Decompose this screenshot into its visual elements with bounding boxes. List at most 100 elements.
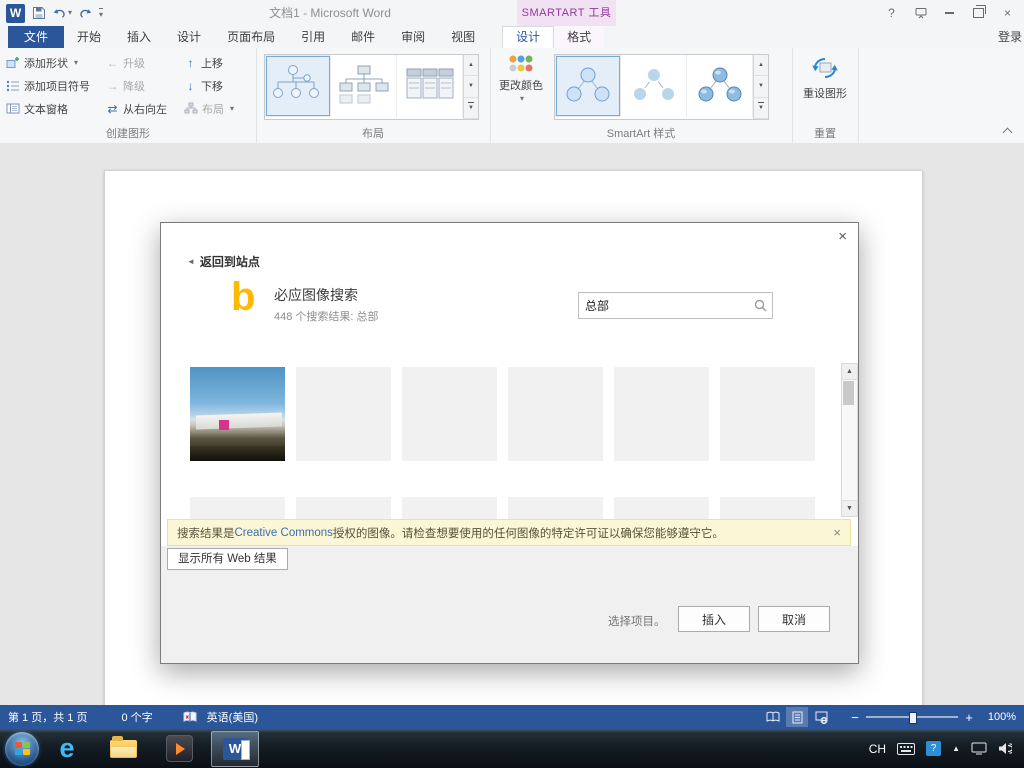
ribbon-display-options-button[interactable] xyxy=(906,0,935,26)
layout-scroll-down-button[interactable]: ▼ xyxy=(464,76,478,98)
zoom-in-button[interactable]: + xyxy=(962,710,976,725)
zoom-slider-thumb[interactable] xyxy=(909,712,917,724)
input-language-indicator[interactable]: CH xyxy=(869,742,886,756)
text-pane-button[interactable]: 文本窗格 xyxy=(6,97,90,120)
taskbar-media-button[interactable] xyxy=(151,729,207,768)
layout-option-2[interactable] xyxy=(331,55,397,117)
zoom-out-button[interactable]: − xyxy=(848,710,862,725)
tab-insert[interactable]: 插入 xyxy=(114,26,164,48)
start-button[interactable] xyxy=(5,731,39,766)
show-hidden-icons-button[interactable]: ▲ xyxy=(952,744,960,753)
tab-smartart-format[interactable]: 格式 xyxy=(554,26,605,48)
zoom-level[interactable]: 100% xyxy=(980,711,1016,723)
scrollbar-thumb[interactable] xyxy=(843,381,854,405)
photo-sign xyxy=(218,419,229,430)
results-scrollbar[interactable]: ▲ ▼ xyxy=(841,363,858,517)
layout-gallery-more-button[interactable]: ▼ xyxy=(464,98,478,119)
move-down-button[interactable]: ↓ 下移 xyxy=(184,74,234,97)
action-center-icon[interactable] xyxy=(971,742,987,755)
window-controls: ? × xyxy=(877,0,1022,26)
volume-icon[interactable] xyxy=(998,742,1012,755)
save-button[interactable] xyxy=(32,6,46,20)
promote-label: 升级 xyxy=(123,57,145,70)
text-pane-icon xyxy=(6,102,20,115)
tab-home[interactable]: 开始 xyxy=(64,26,114,48)
taskbar-ie-button[interactable]: e xyxy=(39,729,95,768)
tab-review[interactable]: 审阅 xyxy=(388,26,438,48)
dialog-close-button[interactable]: × xyxy=(838,228,847,245)
image-result-tile[interactable] xyxy=(190,367,285,461)
notice-close-button[interactable]: × xyxy=(833,525,841,540)
scroll-up-button[interactable]: ▲ xyxy=(842,364,857,380)
image-result-tile[interactable] xyxy=(614,367,709,461)
tab-page-layout[interactable]: 页面布局 xyxy=(214,26,288,48)
sign-in-link[interactable]: 登录 xyxy=(998,26,1022,48)
help-button[interactable]: ? xyxy=(877,0,906,26)
style-option-3[interactable] xyxy=(687,55,753,117)
layout-option-1[interactable] xyxy=(265,55,331,117)
right-to-left-label: 从右向左 xyxy=(123,103,167,116)
repeat-button[interactable] xyxy=(79,8,92,19)
layout-option-3[interactable] xyxy=(397,55,463,117)
promote-button[interactable]: ← 升级 xyxy=(106,51,167,74)
creative-commons-link[interactable]: Creative Commons xyxy=(235,527,333,539)
image-search-input[interactable] xyxy=(579,298,754,313)
web-layout-icon xyxy=(815,711,827,724)
results-summary: 448 个搜索结果: 总部 xyxy=(274,311,379,323)
style-scroll-down-button[interactable]: ▼ xyxy=(754,76,768,98)
customize-qat-button[interactable]: ▾ xyxy=(99,7,104,19)
add-shape-button[interactable]: 添加形状 ▾ xyxy=(6,51,90,74)
language-indicator[interactable]: 英语(美国) xyxy=(207,709,258,725)
minimize-button[interactable] xyxy=(935,0,964,26)
close-button[interactable]: × xyxy=(993,0,1022,26)
search-button[interactable] xyxy=(754,299,767,312)
scroll-down-button[interactable]: ▼ xyxy=(842,500,857,516)
insert-button[interactable]: 插入 xyxy=(678,606,750,632)
style-scroll-up-button[interactable]: ▲ xyxy=(754,55,768,77)
layout-button[interactable]: 布局 ▾ xyxy=(184,97,234,120)
right-to-left-button[interactable]: ⇄ 从右向左 xyxy=(106,97,167,120)
layout-gallery-scroll: ▲ ▼ ▼ xyxy=(463,55,478,119)
tab-design[interactable]: 设计 xyxy=(164,26,214,48)
restore-button[interactable] xyxy=(964,0,993,26)
move-up-button[interactable]: ↑ 上移 xyxy=(184,51,234,74)
group-label-layouts: 布局 xyxy=(362,128,384,140)
change-colors-button[interactable]: 更改颜色 ▾ xyxy=(492,53,550,103)
reset-graphic-button[interactable]: 重设图形 xyxy=(795,53,855,101)
status-bar-right: − + 100% xyxy=(760,707,1016,727)
tab-mailings[interactable]: 邮件 xyxy=(338,26,388,48)
style-option-2[interactable] xyxy=(621,55,687,117)
cancel-button[interactable]: 取消 xyxy=(758,606,830,632)
group-smartart-styles: 更改颜色 ▾ ▲ ▼ ▼ SmartArt 样式 xyxy=(490,48,793,143)
word-count[interactable]: 0 个字 xyxy=(121,709,152,725)
demote-button[interactable]: → 降级 xyxy=(106,74,167,97)
image-result-tile[interactable] xyxy=(402,367,497,461)
taskbar-explorer-button[interactable] xyxy=(95,729,151,768)
layout-scroll-up-button[interactable]: ▲ xyxy=(464,55,478,77)
read-mode-button[interactable] xyxy=(762,707,784,727)
tab-file[interactable]: 文件 xyxy=(8,26,65,48)
image-result-tile[interactable] xyxy=(296,367,391,461)
web-layout-button[interactable] xyxy=(810,707,832,727)
show-all-web-results-button[interactable]: 显示所有 Web 结果 xyxy=(167,548,288,570)
taskbar-word-button[interactable]: W xyxy=(211,730,259,767)
style-gallery-more-button[interactable]: ▼ xyxy=(754,98,768,119)
undo-button[interactable]: ▾ xyxy=(53,8,72,19)
zoom-slider[interactable] xyxy=(866,712,958,724)
add-bullet-button[interactable]: 添加项目符号 xyxy=(6,74,90,97)
tab-smartart-design[interactable]: 设计 xyxy=(502,26,555,48)
proofing-status-button[interactable] xyxy=(183,711,197,723)
back-to-sites-link[interactable]: ◄ 返回到站点 xyxy=(187,253,260,270)
print-layout-button[interactable] xyxy=(786,707,808,727)
tab-references[interactable]: 引用 xyxy=(288,26,338,48)
ribbon-tab-bar: 文件 开始 插入 设计 页面布局 引用 邮件 审阅 视图 设计 格式 登录 xyxy=(0,26,1024,48)
style-option-1[interactable] xyxy=(555,55,621,117)
page-indicator[interactable]: 第 1 页，共 1 页 xyxy=(8,709,87,725)
ime-help-button[interactable]: ? xyxy=(926,741,942,756)
collapse-ribbon-button[interactable] xyxy=(998,125,1016,139)
tab-view[interactable]: 视图 xyxy=(438,26,488,48)
image-result-tile[interactable] xyxy=(508,367,603,461)
move-down-label: 下移 xyxy=(201,80,223,93)
image-result-tile[interactable] xyxy=(720,367,815,461)
keyboard-icon[interactable] xyxy=(897,742,916,755)
